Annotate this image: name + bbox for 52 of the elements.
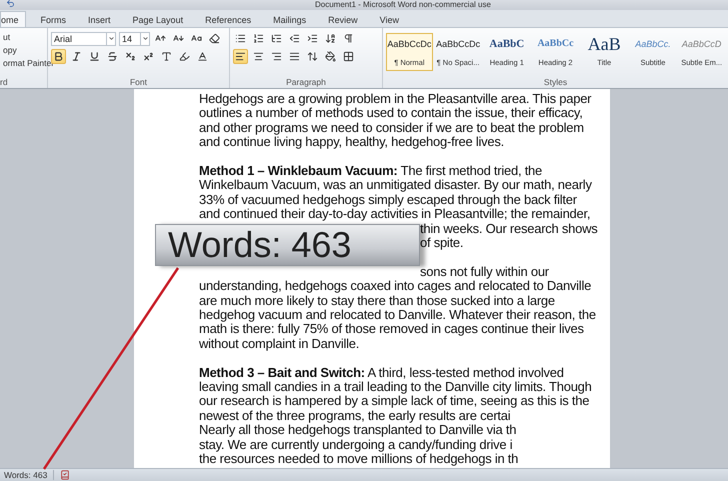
- document-text-line: math is there: fully 75% of those removed in cages continue their lives: [199, 322, 584, 337]
- document-text-line: Winkelbaum Vacuum, was an unmitigated disaster. By our math, nearly: [199, 178, 592, 193]
- document-text-line: and continue living happy, healthy, hedgehog-free lives.: [199, 135, 504, 150]
- document-text-line: are much more likely to stay there than those sucked into a large: [199, 294, 555, 308]
- document-text-line: Nearly all those hedgehogs transplanted to Danville via th: [199, 423, 516, 438]
- group-label: Styles: [542, 77, 568, 88]
- proofing-icon[interactable]: [60, 470, 70, 480]
- clear-format-icon[interactable]: [207, 31, 222, 46]
- document-text-line: 33% of vacuumed hedgehogs simply escaped through the back filter: [199, 192, 577, 208]
- word-count-callout: Words: 463: [155, 224, 420, 266]
- document-text-line: Hedgehogs are a growing problem in the Pleasantville area. This paper: [199, 92, 592, 106]
- shading-icon[interactable]: [323, 49, 338, 64]
- document-text-line: newest of the three programs, the early results are certai: [199, 408, 510, 424]
- document-text-line: without complaint in Danville.: [199, 336, 360, 352]
- document-text-line: sons not fully within our: [420, 264, 549, 280]
- ribbon-tab[interactable]: View: [378, 11, 406, 27]
- window-title: Document1 - Microsoft Word non-commercial use: [315, 0, 491, 10]
- undo-icon[interactable]: [6, 0, 15, 8]
- word-count[interactable]: Words: 463: [4, 470, 54, 480]
- clipboard-command[interactable]: ut: [3, 31, 10, 44]
- document-text-line: Method 1 – Winklebaum Vacuum: The first method tried, the: [199, 164, 542, 178]
- document-text-line: of spite.: [420, 236, 464, 250]
- ribbon-tab[interactable]: ome: [0, 11, 26, 27]
- bold-icon[interactable]: [51, 49, 66, 64]
- document-text-line: understanding, hedgehogs coaxed into cages and relocated to Danville: [199, 279, 592, 294]
- font-name-field[interactable]: Arial: [51, 32, 107, 46]
- group-label: rd: [0, 77, 9, 88]
- clipboard-command[interactable]: ormat Painter: [3, 57, 54, 70]
- group-label: Font: [128, 77, 148, 88]
- document-text-line: the resources needed to move millions of hedgehogs in th: [199, 452, 518, 467]
- document-text-line: and continued their day-to-day activities in Pleasantville; the remainder,: [199, 207, 590, 222]
- ribbon-tab[interactable]: Insert: [87, 11, 118, 27]
- dropdown-caret-icon[interactable]: [107, 32, 116, 46]
- dropdown-caret-icon[interactable]: [141, 32, 150, 46]
- ribbon-tab[interactable]: Review: [327, 11, 365, 27]
- align-left-icon[interactable]: [233, 49, 248, 64]
- ribbon-tab[interactable]: Mailings: [272, 11, 314, 27]
- ribbon-tab[interactable]: References: [204, 11, 258, 27]
- font-size-field[interactable]: 14: [119, 32, 141, 46]
- borders-icon[interactable]: [341, 49, 356, 64]
- document-text-line: and other programs we need to consider if we are to beat the problem: [199, 120, 584, 136]
- document-text-line: thin weeks. Our research shows: [420, 222, 598, 236]
- document-text-line: hedgehog vacuum and relocated to Danville. Whatever their reason, the: [199, 308, 596, 322]
- document-text-line: leaving small candies in a trail leading to the Danville city limits. Though: [199, 380, 592, 394]
- document-text-line: Method 3 – Bait and Switch: A third, less-tested method involved: [199, 366, 564, 380]
- ribbon-tab[interactable]: Page Layout: [132, 11, 190, 27]
- document-text-line: our research is hampered by a simple lack of time, seeing as this is the: [199, 394, 590, 409]
- ribbon-tab[interactable]: Forms: [40, 11, 74, 27]
- group-label: Paragraph: [285, 77, 327, 88]
- clipboard-command[interactable]: opy: [3, 44, 17, 57]
- document-text-line: outlines a number of methods used to contain the issue, their efficacy,: [199, 106, 583, 121]
- document-text-line: stay. We are currently undergoing a candy/funding drive i: [199, 438, 512, 452]
